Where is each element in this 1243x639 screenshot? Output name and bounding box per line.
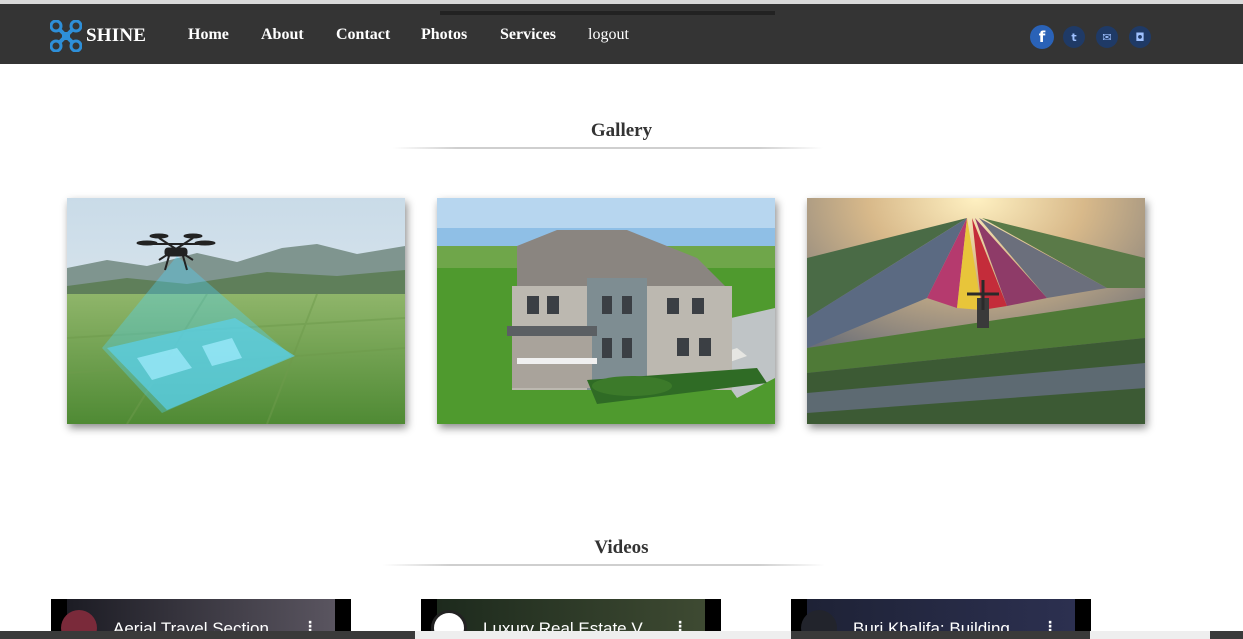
navbar: SHINE Home About Contact Photos Services…	[0, 4, 1243, 64]
gallery-title: Gallery	[590, 120, 653, 141]
nav-link-contact[interactable]: Contact	[336, 26, 390, 44]
house-aerial-photo[interactable]	[437, 198, 775, 424]
bottom-bar-segment	[415, 631, 791, 639]
browser-bottom-bar	[0, 631, 1243, 639]
gallery-title-divider	[393, 147, 823, 149]
facebook-glyph: f	[1038, 27, 1046, 46]
main-menu: Home About Contact Photos Services logou…	[0, 26, 700, 46]
videos-title-divider	[383, 564, 825, 566]
videos-title: Videos	[594, 537, 649, 558]
twitter-glyph: t	[1071, 30, 1077, 44]
nav-link-home[interactable]: Home	[188, 26, 229, 44]
nav-link-photos[interactable]: Photos	[421, 26, 467, 44]
facebook-icon[interactable]: f	[1030, 25, 1054, 49]
nav-link-logout[interactable]: logout	[588, 26, 629, 44]
instagram-glyph: ◘	[1135, 30, 1145, 44]
email-glyph: ✉	[1102, 30, 1112, 44]
nav-link-services[interactable]: Services	[500, 26, 556, 44]
drone-survey-photo[interactable]	[67, 198, 405, 424]
twitter-icon[interactable]: t	[1063, 26, 1085, 48]
bottom-bar-segment	[1090, 631, 1210, 639]
email-icon[interactable]: ✉	[1096, 26, 1118, 48]
tulip-fields-photo[interactable]	[807, 198, 1145, 424]
instagram-icon[interactable]: ◘	[1129, 26, 1151, 48]
nav-link-about[interactable]: About	[261, 26, 304, 44]
nav-top-shade	[440, 11, 775, 15]
